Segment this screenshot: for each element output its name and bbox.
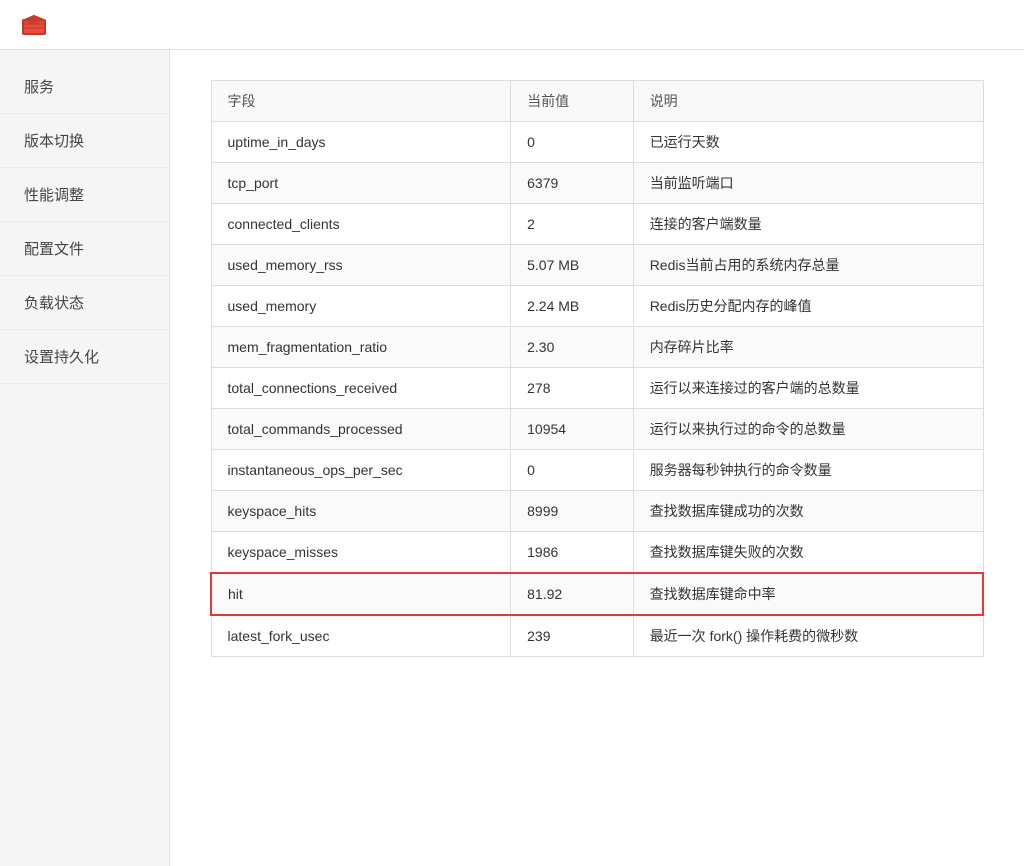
main-content: 字段当前值说明 uptime_in_days0已运行天数tcp_port6379… <box>170 50 1024 866</box>
table-cell-desc: 最近一次 fork() 操作耗费的微秒数 <box>633 615 983 657</box>
table-cell-desc: 查找数据库键成功的次数 <box>633 491 983 532</box>
app-logo <box>20 11 58 39</box>
table-row: uptime_in_days0已运行天数 <box>211 122 983 163</box>
table-cell-desc: 查找数据库键命中率 <box>633 573 983 615</box>
table-cell-field: keyspace_hits <box>211 491 511 532</box>
table-cell-field: connected_clients <box>211 204 511 245</box>
table-cell-value: 81.92 <box>511 573 634 615</box>
table-cell-value: 0 <box>511 122 634 163</box>
table-row: used_memory2.24 MBRedis历史分配内存的峰值 <box>211 286 983 327</box>
table-cell-desc: 当前监听端口 <box>633 163 983 204</box>
sidebar-item[interactable]: 配置文件 <box>0 222 169 276</box>
table-row: total_connections_received278运行以来连接过的客户端… <box>211 368 983 409</box>
table-cell-desc: 已运行天数 <box>633 122 983 163</box>
table-row: keyspace_hits8999查找数据库键成功的次数 <box>211 491 983 532</box>
table-cell-desc: Redis历史分配内存的峰值 <box>633 286 983 327</box>
main-layout: 服务版本切换性能调整配置文件负载状态设置持久化 字段当前值说明 uptime_i… <box>0 50 1024 866</box>
table-cell-desc: Redis当前占用的系统内存总量 <box>633 245 983 286</box>
table-row: hit81.92查找数据库键命中率 <box>211 573 983 615</box>
redis-icon <box>20 11 48 39</box>
table-row: connected_clients2连接的客户端数量 <box>211 204 983 245</box>
sidebar-item[interactable]: 版本切换 <box>0 114 169 168</box>
table-cell-field: hit <box>211 573 511 615</box>
table-header-row: 字段当前值说明 <box>211 81 983 122</box>
table-col-header: 说明 <box>633 81 983 122</box>
app-header <box>0 0 1024 50</box>
sidebar-item[interactable]: 服务 <box>0 60 169 114</box>
table-row: mem_fragmentation_ratio2.30内存碎片比率 <box>211 327 983 368</box>
table-cell-value: 0 <box>511 450 634 491</box>
table-cell-field: mem_fragmentation_ratio <box>211 327 511 368</box>
table-cell-value: 6379 <box>511 163 634 204</box>
table-cell-value: 5.07 MB <box>511 245 634 286</box>
sidebar-item[interactable]: 负载状态 <box>0 276 169 330</box>
sidebar-item[interactable]: 设置持久化 <box>0 330 169 384</box>
table-cell-value: 1986 <box>511 532 634 574</box>
table-cell-value: 2.24 MB <box>511 286 634 327</box>
table-row: instantaneous_ops_per_sec0服务器每秒钟执行的命令数量 <box>211 450 983 491</box>
table-cell-desc: 连接的客户端数量 <box>633 204 983 245</box>
table-cell-value: 278 <box>511 368 634 409</box>
table-row: total_commands_processed10954运行以来执行过的命令的… <box>211 409 983 450</box>
table-cell-field: tcp_port <box>211 163 511 204</box>
table-cell-field: total_connections_received <box>211 368 511 409</box>
table-cell-desc: 查找数据库键失败的次数 <box>633 532 983 574</box>
table-cell-value: 2.30 <box>511 327 634 368</box>
table-cell-value: 10954 <box>511 409 634 450</box>
table-cell-value: 8999 <box>511 491 634 532</box>
table-cell-field: keyspace_misses <box>211 532 511 574</box>
table-cell-field: latest_fork_usec <box>211 615 511 657</box>
table-row: keyspace_misses1986查找数据库键失败的次数 <box>211 532 983 574</box>
table-cell-desc: 服务器每秒钟执行的命令数量 <box>633 450 983 491</box>
table-cell-desc: 运行以来连接过的客户端的总数量 <box>633 368 983 409</box>
stats-table: 字段当前值说明 uptime_in_days0已运行天数tcp_port6379… <box>210 80 984 657</box>
sidebar: 服务版本切换性能调整配置文件负载状态设置持久化 <box>0 50 170 866</box>
table-cell-desc: 运行以来执行过的命令的总数量 <box>633 409 983 450</box>
table-cell-field: used_memory_rss <box>211 245 511 286</box>
table-cell-value: 2 <box>511 204 634 245</box>
table-cell-field: instantaneous_ops_per_sec <box>211 450 511 491</box>
table-row: latest_fork_usec239最近一次 fork() 操作耗费的微秒数 <box>211 615 983 657</box>
table-cell-desc: 内存碎片比率 <box>633 327 983 368</box>
table-cell-field: total_commands_processed <box>211 409 511 450</box>
table-cell-field: used_memory <box>211 286 511 327</box>
table-cell-field: uptime_in_days <box>211 122 511 163</box>
table-row: tcp_port6379当前监听端口 <box>211 163 983 204</box>
sidebar-item[interactable]: 性能调整 <box>0 168 169 222</box>
table-col-header: 当前值 <box>511 81 634 122</box>
table-cell-value: 239 <box>511 615 634 657</box>
table-row: used_memory_rss5.07 MBRedis当前占用的系统内存总量 <box>211 245 983 286</box>
table-col-header: 字段 <box>211 81 511 122</box>
